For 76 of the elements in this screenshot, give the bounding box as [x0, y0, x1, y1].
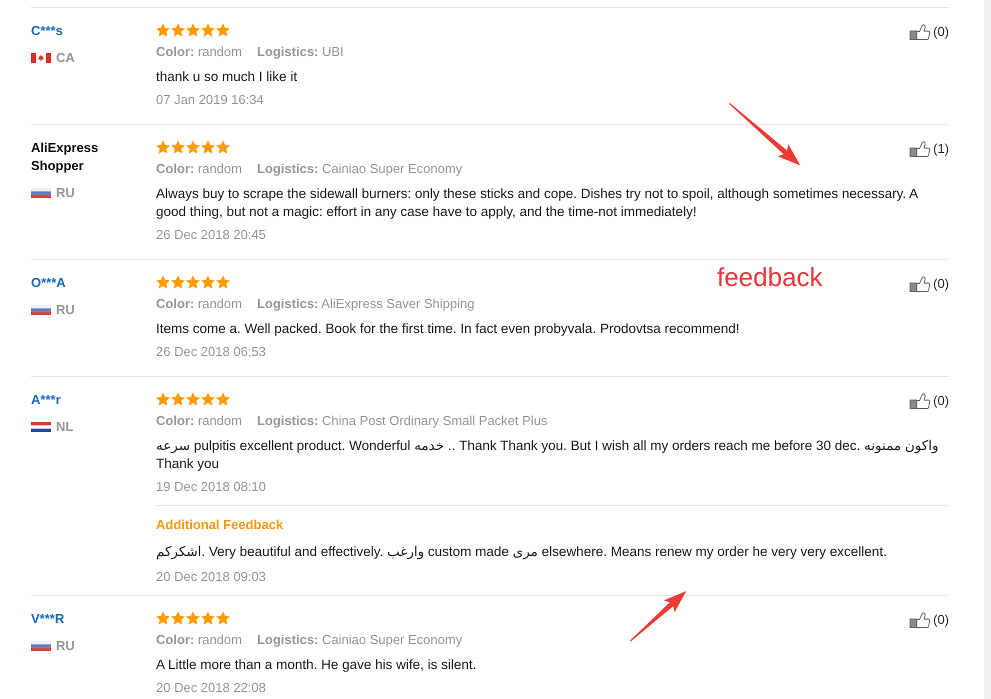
annotation-arrow: [728, 102, 800, 165]
star-icon: [186, 392, 200, 406]
additional-feedback-date: 20 Dec 2018 09:03: [156, 568, 266, 586]
star-icon: [216, 275, 230, 289]
star-icon: [156, 23, 170, 37]
review-date: 07 Jan 2019 16:34: [156, 91, 264, 109]
star-icon: [201, 275, 215, 289]
like-button[interactable]: (0): [909, 393, 949, 409]
star-icon: [186, 611, 200, 625]
order-attribute: Color: random: [156, 43, 242, 61]
order-attribute: Logistics: UBI: [256, 43, 344, 61]
review-text: Items come a. Well packed. Book for the first time. In fact even probyvala. Prodovtsa recommend!: [156, 320, 740, 338]
review-text: Always buy to scrape the sidewall burners: only these sticks and cope. Dishes try not to spoil, although sometimes necessary. A good thing, but not a magic: effort in any case have to apply, and the time-not immediately!: [156, 185, 919, 221]
star-icon: [201, 23, 215, 37]
order-attribute: Color: random: [156, 160, 242, 178]
star-icon: [201, 140, 215, 154]
thumbs-up-icon: [909, 612, 932, 628]
like-button[interactable]: (0): [909, 276, 949, 292]
order-attribute: Logistics: Cainiao Super Economy: [256, 631, 462, 649]
reviewer-name: AliExpress Shopper: [31, 139, 100, 175]
star-icon: [216, 23, 230, 37]
review-text: A Little more than a month. He gave his wife, is silent.: [156, 656, 476, 674]
reviewer-name[interactable]: O***A: [31, 274, 66, 292]
review-date: 19 Dec 2018 08:10: [156, 478, 266, 496]
star-icon: [201, 392, 215, 406]
additional-feedback-text: اشكركم. Very beautiful and effectively. وارغب custom made مرى elsewhere. Means renew my order he very very excellent.: [156, 543, 887, 561]
additional-feedback-title: Additional Feedback: [156, 516, 284, 534]
country-code: RU: [56, 184, 75, 202]
like-button[interactable]: (0): [909, 24, 949, 40]
star-icon: [201, 611, 215, 625]
flag-icon: [31, 641, 51, 651]
order-attribute: Logistics: China Post Ordinary Small Packet Plus: [256, 412, 548, 430]
order-attribute: Color: random: [156, 631, 242, 649]
review-text: سرعه pulpitis excellent product. Wonderful خدمه .. Thank Thank you. But I wish all my orders reach me before 30 dec. واكون ممنونه Thank you: [156, 437, 940, 473]
star-icon: [171, 611, 185, 625]
star-icon: [186, 275, 200, 289]
order-attribute: Color: random: [156, 295, 242, 313]
review-date: 26 Dec 2018 06:53: [156, 343, 266, 361]
annotation-arrow: [630, 591, 686, 642]
country-code: RU: [56, 637, 75, 655]
reviewer-name[interactable]: C***s: [31, 22, 63, 40]
order-attribute: Color: random: [156, 412, 242, 430]
star-icon: [171, 140, 185, 154]
star-icon: [216, 611, 230, 625]
country-code: RU: [56, 301, 75, 319]
star-icon: [186, 140, 200, 154]
thumbs-up-icon: [909, 141, 932, 157]
like-button[interactable]: (0): [909, 612, 949, 628]
review-date: 20 Dec 2018 22:08: [156, 679, 266, 697]
thumbs-up-icon: [909, 276, 932, 292]
star-icon: [216, 392, 230, 406]
star-icon: [156, 392, 170, 406]
star-icon: [156, 611, 170, 625]
thumbs-up-icon: [909, 393, 932, 409]
review-text: thank u so much I like it: [156, 68, 298, 86]
annotation-label: feedback: [717, 262, 823, 292]
country-code: NL: [56, 418, 74, 436]
star-icon: [216, 140, 230, 154]
star-icon: [156, 140, 170, 154]
star-icon: [171, 392, 185, 406]
flag-icon: [31, 188, 51, 198]
order-attribute: Logistics: AliExpress Saver Shipping: [256, 295, 474, 313]
flag-icon: [31, 305, 51, 315]
order-attribute: Logistics: Cainiao Super Economy: [256, 160, 462, 178]
flag-icon: [31, 53, 51, 63]
thumbs-up-icon: [909, 24, 932, 40]
flag-icon: [31, 422, 51, 432]
like-button[interactable]: (1): [909, 141, 949, 157]
star-icon: [156, 275, 170, 289]
reviewer-name[interactable]: A***r: [31, 391, 61, 409]
review-date: 26 Dec 2018 20:45: [156, 226, 266, 244]
country-code: CA: [56, 49, 75, 67]
reviewer-name[interactable]: V***R: [31, 610, 64, 628]
star-icon: [186, 23, 200, 37]
star-icon: [171, 275, 185, 289]
star-icon: [171, 23, 185, 37]
